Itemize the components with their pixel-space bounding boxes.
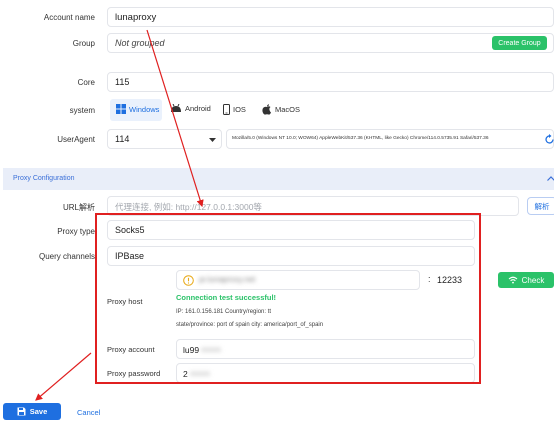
annotation-overlay bbox=[35, 29, 481, 401]
highlight-box bbox=[95, 213, 481, 384]
annotation-arrow-top bbox=[146, 29, 204, 208]
annotation-arrow-save bbox=[35, 352, 92, 401]
